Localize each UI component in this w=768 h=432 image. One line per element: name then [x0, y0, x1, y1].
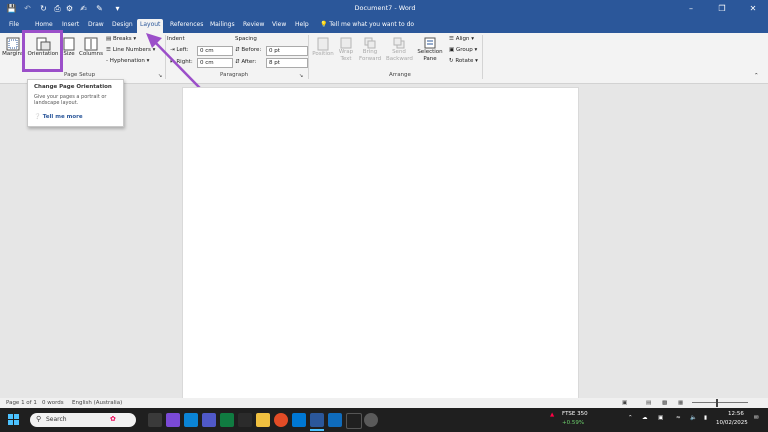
monitor-icon[interactable]: ▣	[658, 415, 663, 421]
outlook-icon[interactable]	[328, 413, 342, 427]
word-taskbar-icon[interactable]	[310, 413, 324, 427]
task-view-icon[interactable]	[148, 413, 162, 427]
onedrive-icon[interactable]: ☁	[642, 415, 648, 421]
stock-change: +0.59%	[562, 420, 585, 426]
web-layout-icon[interactable]: ▦	[678, 398, 683, 408]
windows-start-icon[interactable]	[8, 414, 20, 426]
settings-icon[interactable]	[364, 413, 378, 427]
zoom-slider-thumb[interactable]	[716, 399, 718, 407]
notifications-icon[interactable]: ✉	[754, 415, 759, 421]
focus-icon[interactable]: ▣	[622, 398, 627, 408]
app-icon[interactable]	[346, 413, 362, 429]
wifi-icon[interactable]: ≈	[676, 415, 681, 421]
file-explorer-icon[interactable]	[256, 413, 270, 427]
volume-icon[interactable]: 🔈	[690, 415, 697, 421]
excel-icon[interactable]	[220, 413, 234, 427]
show-hidden-icons-icon[interactable]: ⌃	[628, 415, 633, 421]
search-highlight-icon: ✿	[110, 415, 116, 423]
zoom-slider[interactable]	[692, 402, 748, 403]
chrome-icon[interactable]	[274, 413, 288, 427]
clock-time[interactable]: 12:56	[728, 411, 744, 417]
help-icon: ❔	[34, 114, 41, 120]
stock-chart-icon: ▲	[550, 412, 555, 418]
taskbar: ⚲ Search ✿ ▲ FTSE 350 +0.59% ⌃ ☁ ▣ ≈ 🔈 ▮…	[0, 408, 768, 432]
stock-name[interactable]: FTSE 350	[562, 411, 588, 417]
read-mode-icon[interactable]: ▤	[646, 398, 651, 408]
document-page[interactable]	[182, 87, 579, 401]
language[interactable]: English (Australia)	[72, 398, 122, 408]
status-bar: Page 1 of 1 0 words English (Australia) …	[0, 398, 768, 408]
orientation-tooltip: Change Page Orientation Give your pages …	[27, 79, 124, 127]
page-count[interactable]: Page 1 of 1	[6, 398, 37, 408]
copilot-icon[interactable]	[166, 413, 180, 427]
tooltip-description: Give your pages a portrait or landscape …	[34, 94, 107, 106]
tell-me-more-link[interactable]: ❔ Tell me more	[34, 114, 83, 120]
search-icon: ⚲	[36, 415, 42, 423]
battery-icon[interactable]: ▮	[704, 415, 707, 421]
edge-icon[interactable]	[184, 413, 198, 427]
active-app-indicator	[310, 429, 324, 431]
tooltip-title: Change Page Orientation	[34, 84, 112, 90]
word-count[interactable]: 0 words	[42, 398, 64, 408]
terminal-icon[interactable]	[238, 413, 252, 427]
teams-icon[interactable]	[202, 413, 216, 427]
taskbar-search[interactable]: ⚲ Search ✿	[30, 413, 136, 427]
store-icon[interactable]	[292, 413, 306, 427]
print-layout-icon[interactable]: ▩	[662, 398, 667, 408]
clock-date[interactable]: 10/02/2025	[716, 420, 748, 426]
